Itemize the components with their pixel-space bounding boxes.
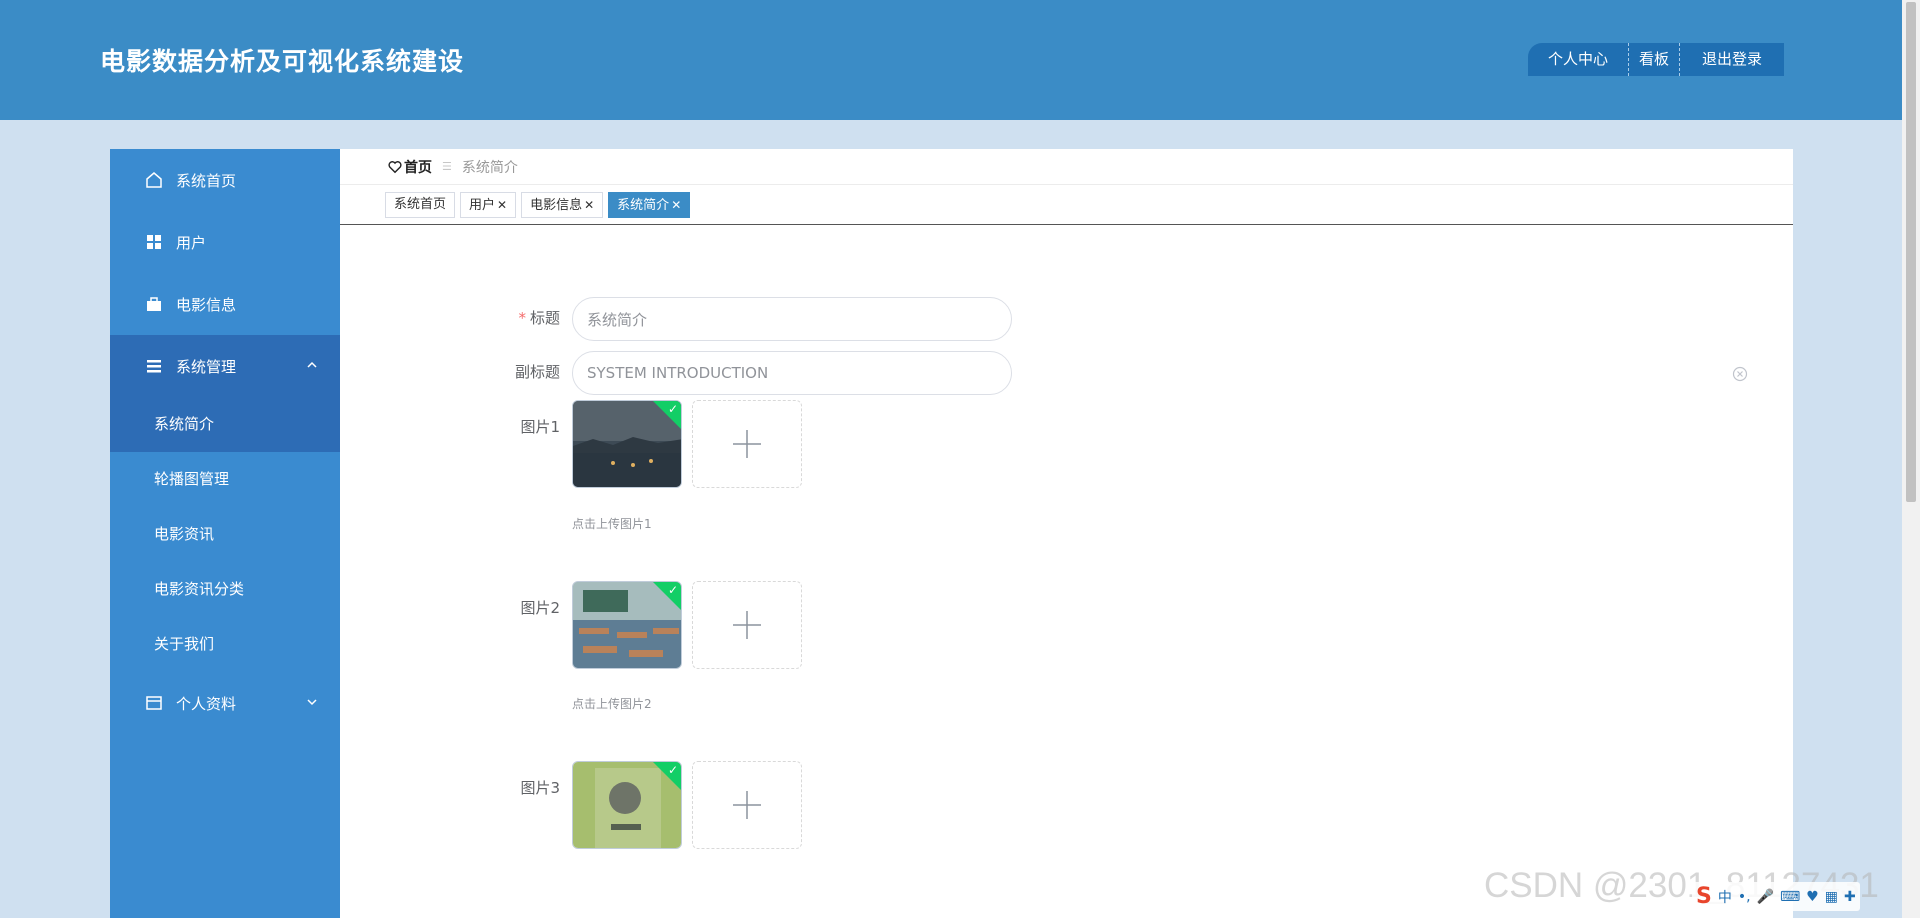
tab-label: 电影信息 [530,197,583,213]
main-content: 首页 ☰ 系统简介 系统首页 用户✕ 电影信息✕ 系统简介✕ *标题 副标题 图… [340,149,1793,918]
logout-link[interactable]: 退出登录 [1679,43,1784,76]
sidebar-item-label: 系统首页 [176,171,237,190]
image3-thumbnail[interactable]: ✓ [572,761,682,849]
toolbox-icon[interactable]: ✚ [1844,889,1856,905]
sidebar-item-movie-news[interactable]: 电影资讯 [110,507,340,562]
image2-upload-button[interactable] [692,581,802,669]
tabs-bar: 系统首页 用户 ✕ 电影信息 ✕ 系统简介 ✕ [340,185,1793,225]
breadcrumb-current: 系统简介 [461,159,518,176]
title-label-text: 标题 [529,309,560,327]
check-icon: ✓ [667,402,678,416]
sidebar-item-label: 用户 [176,233,207,252]
grid-tools-icon[interactable]: ▦ [1825,889,1838,905]
system-management-submenu: 系统简介 轮播图管理 电影资讯 电影资讯分类 关于我们 [110,397,340,672]
subtitle-label: 副标题 [514,363,560,381]
tab-movie-info[interactable]: 电影信息 ✕ [521,191,604,218]
tab-system-intro[interactable]: 系统简介 ✕ [608,191,691,218]
sidebar: 系统首页 用户 电影信息 系统管理 系统简介 轮播图管理 电影资讯 电影资讯分类… [110,149,340,918]
personal-center-link[interactable]: 个人中心 [1528,43,1628,76]
ime-language-indicator[interactable]: 中 [1718,887,1732,907]
title-input[interactable] [572,297,1012,341]
list-icon [144,356,164,376]
image1-upload-button[interactable] [692,400,802,488]
sidebar-item-movie-info[interactable]: 电影信息 [110,273,340,335]
grid-icon [144,232,164,252]
sidebar-item-profile[interactable]: 个人资料 [110,672,340,734]
image2-thumbnail[interactable]: ✓ [572,581,682,669]
breadcrumb: 首页 ☰ 系统简介 [340,149,1793,185]
scrollbar-thumb[interactable] [1906,2,1916,502]
tab-label: 用户 [469,197,496,213]
heart-icon [388,160,402,174]
title-label: * 标题 [460,307,560,328]
image2-hint: 点击上传图片2 [572,697,652,711]
sidebar-item-system-management[interactable]: 系统管理 [110,335,340,397]
close-icon[interactable]: ✕ [671,198,681,212]
breadcrumb-home-label: 首页 [404,159,432,176]
check-icon: ✓ [667,763,678,777]
home-icon [144,170,164,190]
required-mark: * [518,309,526,327]
sogou-ime-icon[interactable]: S [1696,884,1712,909]
sidebar-item-news-category[interactable]: 电影资讯分类 [110,562,340,617]
sidebar-item-system-intro[interactable]: 系统简介 [110,397,340,452]
close-icon[interactable]: ✕ [497,198,507,212]
plus-icon [733,611,761,639]
image3-label: 图片3 [520,779,560,797]
tab-label: 系统首页 [394,196,447,212]
image1-thumbnail[interactable]: ✓ [572,400,682,488]
breadcrumb-home[interactable]: 首页 [388,157,432,177]
sidebar-item-label: 个人资料 [176,694,237,713]
clear-icon[interactable] [1732,366,1748,382]
keyboard-icon[interactable]: ⌨ [1780,889,1800,905]
skin-icon[interactable]: ♥ [1806,889,1819,905]
subtitle-input[interactable] [572,351,1012,395]
punctuation-icon[interactable]: •, [1738,889,1751,905]
briefcase-icon [144,294,164,314]
image2-label: 图片2 [520,599,560,617]
tab-users[interactable]: 用户 ✕ [460,191,517,218]
dashboard-link[interactable]: 看板 [1628,43,1679,76]
card-icon [144,693,164,713]
plus-icon [733,430,761,458]
top-nav: 个人中心 看板 退出登录 [1528,43,1785,76]
sidebar-item-label: 电影信息 [176,295,237,314]
check-icon: ✓ [667,583,678,597]
image1-label: 图片1 [520,418,560,436]
tab-label: 系统简介 [617,197,670,213]
plus-icon [733,791,761,819]
sidebar-item-carousel[interactable]: 轮播图管理 [110,452,340,507]
close-icon[interactable]: ✕ [584,198,594,212]
chevron-down-icon [306,694,318,712]
page-scrollbar[interactable] [1902,0,1920,918]
image1-hint: 点击上传图片1 [572,517,652,531]
sidebar-item-about-us[interactable]: 关于我们 [110,617,340,672]
sidebar-item-home[interactable]: 系统首页 [110,149,340,211]
tab-system-home[interactable]: 系统首页 [385,191,456,218]
chevron-up-icon [306,357,318,375]
image3-upload-button[interactable] [692,761,802,849]
app-header: 电影数据分析及可视化系统建设 个人中心 看板 退出登录 [0,0,1902,120]
sidebar-item-users[interactable]: 用户 [110,211,340,273]
microphone-icon[interactable]: 🎤 [1757,889,1774,905]
ime-tray: S 中 •, 🎤 ⌨ ♥ ▦ ✚ [1692,882,1860,911]
breadcrumb-separator-icon: ☰ [442,160,452,173]
sidebar-item-label: 系统管理 [176,357,237,376]
app-title: 电影数据分析及可视化系统建设 [100,47,465,76]
intro-form: *标题 副标题 图片1 ✓ 点击上传图片1 图片2 [340,225,1793,918]
